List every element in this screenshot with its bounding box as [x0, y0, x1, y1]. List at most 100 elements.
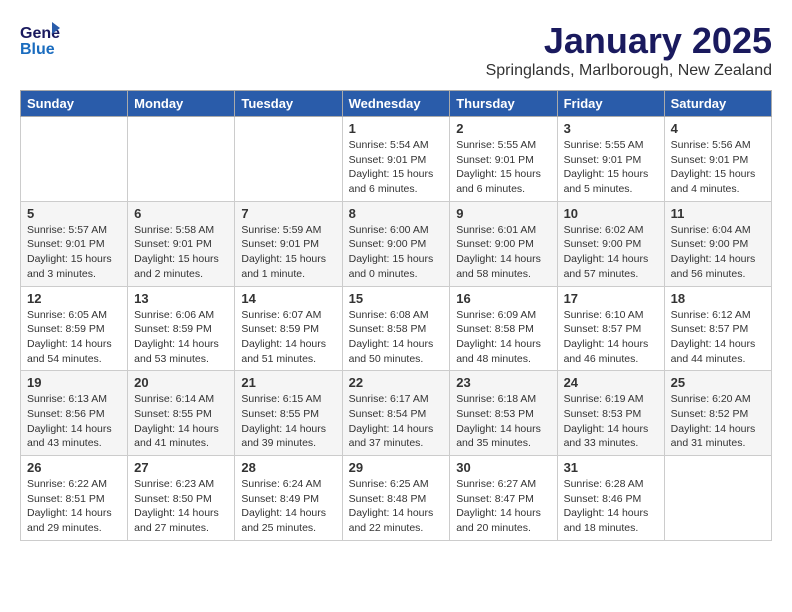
day-number: 11	[671, 206, 765, 221]
location-title: Springlands, Marlborough, New Zealand	[486, 62, 772, 80]
calendar-cell: 8Sunrise: 6:00 AM Sunset: 9:00 PM Daylig…	[342, 201, 450, 286]
day-info: Sunrise: 5:55 AM Sunset: 9:01 PM Dayligh…	[456, 138, 550, 197]
calendar-cell: 14 Sunrise: 6:07 AM Sunset: 8:59 PM Dayli…	[235, 286, 342, 371]
day-info: Sunrise: 6:01 AM Sunset: 9:00 PM Dayligh…	[456, 223, 550, 282]
day-number: 29	[349, 460, 444, 475]
weekday-header: Saturday	[664, 91, 771, 117]
day-number: 3	[564, 121, 658, 136]
day-info: Sunrise: 6:07 AM Sunset: 8:59 PM Dayligh…	[241, 308, 335, 367]
calendar-table: SundayMondayTuesdayWednesdayThursdayFrid…	[20, 90, 772, 541]
calendar-cell: 21 Sunrise: 6:15 AM Sunset: 8:55 PM Dayli…	[235, 371, 342, 456]
day-info: Sunrise: 5:54 AM Sunset: 9:01 PM Dayligh…	[349, 138, 444, 197]
day-info: Sunrise: 6:25 AM Sunset: 8:48 PM Dayligh…	[349, 477, 444, 536]
day-info: Sunrise: 6:09 AM Sunset: 8:58 PM Dayligh…	[456, 308, 550, 367]
calendar-cell: 1 Sunrise: 5:54 AM Sunset: 9:01 PM Daylig…	[342, 117, 450, 202]
day-number: 13	[134, 291, 228, 306]
weekday-header: Tuesday	[235, 91, 342, 117]
day-number: 26	[27, 460, 121, 475]
day-info: Sunrise: 6:18 AM Sunset: 8:53 PM Dayligh…	[456, 392, 550, 451]
calendar-cell: 24 Sunrise: 6:19 AM Sunset: 8:53 PM Dayli…	[557, 371, 664, 456]
day-number: 27	[134, 460, 228, 475]
calendar-cell	[128, 117, 235, 202]
calendar-cell: 27 Sunrise: 6:23 AM Sunset: 8:50 PM Dayli…	[128, 456, 235, 541]
calendar-cell: 22Sunrise: 6:17 AM Sunset: 8:54 PM Dayli…	[342, 371, 450, 456]
day-number: 9	[456, 206, 550, 221]
weekday-header: Thursday	[450, 91, 557, 117]
day-info: Sunrise: 6:12 AM Sunset: 8:57 PM Dayligh…	[671, 308, 765, 367]
calendar-cell: 29 Sunrise: 6:25 AM Sunset: 8:48 PM Dayli…	[342, 456, 450, 541]
weekday-header: Sunday	[21, 91, 128, 117]
day-number: 16	[456, 291, 550, 306]
calendar-cell: 18 Sunrise: 6:12 AM Sunset: 8:57 PM Dayli…	[664, 286, 771, 371]
day-number: 20	[134, 375, 228, 390]
day-number: 21	[241, 375, 335, 390]
day-number: 28	[241, 460, 335, 475]
calendar-cell: 11 Sunrise: 6:04 AM Sunset: 9:00 PM Dayli…	[664, 201, 771, 286]
calendar-cell	[21, 117, 128, 202]
day-info: Sunrise: 6:05 AM Sunset: 8:59 PM Dayligh…	[27, 308, 121, 367]
title-block: January 2025 Springlands, Marlborough, N…	[486, 20, 772, 80]
calendar-cell: 26 Sunrise: 6:22 AM Sunset: 8:51 PM Dayli…	[21, 456, 128, 541]
day-number: 8	[349, 206, 444, 221]
calendar-cell: 20Sunrise: 6:14 AM Sunset: 8:55 PM Dayli…	[128, 371, 235, 456]
logo: General Blue	[20, 20, 64, 60]
day-info: Sunrise: 6:10 AM Sunset: 8:57 PM Dayligh…	[564, 308, 658, 367]
day-info: Sunrise: 6:04 AM Sunset: 9:00 PM Dayligh…	[671, 223, 765, 282]
day-number: 24	[564, 375, 658, 390]
day-number: 2	[456, 121, 550, 136]
svg-text:Blue: Blue	[20, 41, 55, 58]
day-info: Sunrise: 6:13 AM Sunset: 8:56 PM Dayligh…	[27, 392, 121, 451]
calendar-cell: 9 Sunrise: 6:01 AM Sunset: 9:00 PM Daylig…	[450, 201, 557, 286]
day-info: Sunrise: 5:58 AM Sunset: 9:01 PM Dayligh…	[134, 223, 228, 282]
month-title: January 2025	[486, 20, 772, 62]
calendar-cell: 7 Sunrise: 5:59 AM Sunset: 9:01 PM Daylig…	[235, 201, 342, 286]
day-info: Sunrise: 6:22 AM Sunset: 8:51 PM Dayligh…	[27, 477, 121, 536]
day-info: Sunrise: 6:28 AM Sunset: 8:46 PM Dayligh…	[564, 477, 658, 536]
day-number: 14	[241, 291, 335, 306]
day-number: 1	[349, 121, 444, 136]
day-number: 23	[456, 375, 550, 390]
day-number: 18	[671, 291, 765, 306]
calendar-header-row: SundayMondayTuesdayWednesdayThursdayFrid…	[21, 91, 772, 117]
calendar-cell: 5Sunrise: 5:57 AM Sunset: 9:01 PM Daylig…	[21, 201, 128, 286]
day-info: Sunrise: 6:08 AM Sunset: 8:58 PM Dayligh…	[349, 308, 444, 367]
calendar-cell: 19 Sunrise: 6:13 AM Sunset: 8:56 PM Dayli…	[21, 371, 128, 456]
day-info: Sunrise: 6:20 AM Sunset: 8:52 PM Dayligh…	[671, 392, 765, 451]
calendar-cell: 12Sunrise: 6:05 AM Sunset: 8:59 PM Dayli…	[21, 286, 128, 371]
day-number: 17	[564, 291, 658, 306]
day-number: 25	[671, 375, 765, 390]
weekday-header: Friday	[557, 91, 664, 117]
calendar-week-row: 5Sunrise: 5:57 AM Sunset: 9:01 PM Daylig…	[21, 201, 772, 286]
day-info: Sunrise: 6:24 AM Sunset: 8:49 PM Dayligh…	[241, 477, 335, 536]
day-number: 19	[27, 375, 121, 390]
calendar-cell: 6Sunrise: 5:58 AM Sunset: 9:01 PM Daylig…	[128, 201, 235, 286]
calendar-cell: 2 Sunrise: 5:55 AM Sunset: 9:01 PM Daylig…	[450, 117, 557, 202]
calendar-week-row: 1 Sunrise: 5:54 AM Sunset: 9:01 PM Daylig…	[21, 117, 772, 202]
calendar-cell: 25 Sunrise: 6:20 AM Sunset: 8:52 PM Dayli…	[664, 371, 771, 456]
calendar-cell	[664, 456, 771, 541]
day-number: 7	[241, 206, 335, 221]
calendar-cell: 28 Sunrise: 6:24 AM Sunset: 8:49 PM Dayli…	[235, 456, 342, 541]
calendar-cell: 23 Sunrise: 6:18 AM Sunset: 8:53 PM Dayli…	[450, 371, 557, 456]
calendar-cell: 10Sunrise: 6:02 AM Sunset: 9:00 PM Dayli…	[557, 201, 664, 286]
day-info: Sunrise: 6:15 AM Sunset: 8:55 PM Dayligh…	[241, 392, 335, 451]
calendar-week-row: 26 Sunrise: 6:22 AM Sunset: 8:51 PM Dayli…	[21, 456, 772, 541]
calendar-cell: 30Sunrise: 6:27 AM Sunset: 8:47 PM Dayli…	[450, 456, 557, 541]
day-number: 30	[456, 460, 550, 475]
calendar-cell: 3 Sunrise: 5:55 AM Sunset: 9:01 PM Daylig…	[557, 117, 664, 202]
day-info: Sunrise: 6:23 AM Sunset: 8:50 PM Dayligh…	[134, 477, 228, 536]
calendar-cell: 31 Sunrise: 6:28 AM Sunset: 8:46 PM Dayli…	[557, 456, 664, 541]
day-info: Sunrise: 5:57 AM Sunset: 9:01 PM Dayligh…	[27, 223, 121, 282]
calendar-cell: 15Sunrise: 6:08 AM Sunset: 8:58 PM Dayli…	[342, 286, 450, 371]
day-number: 31	[564, 460, 658, 475]
day-info: Sunrise: 5:55 AM Sunset: 9:01 PM Dayligh…	[564, 138, 658, 197]
day-info: Sunrise: 6:19 AM Sunset: 8:53 PM Dayligh…	[564, 392, 658, 451]
logo-icon: General Blue	[20, 20, 60, 60]
calendar-cell: 4Sunrise: 5:56 AM Sunset: 9:01 PM Daylig…	[664, 117, 771, 202]
page-header: General Blue January 2025 Springlands, M…	[20, 20, 772, 80]
day-number: 4	[671, 121, 765, 136]
calendar-cell: 17 Sunrise: 6:10 AM Sunset: 8:57 PM Dayli…	[557, 286, 664, 371]
calendar-cell	[235, 117, 342, 202]
day-info: Sunrise: 5:59 AM Sunset: 9:01 PM Dayligh…	[241, 223, 335, 282]
day-number: 10	[564, 206, 658, 221]
